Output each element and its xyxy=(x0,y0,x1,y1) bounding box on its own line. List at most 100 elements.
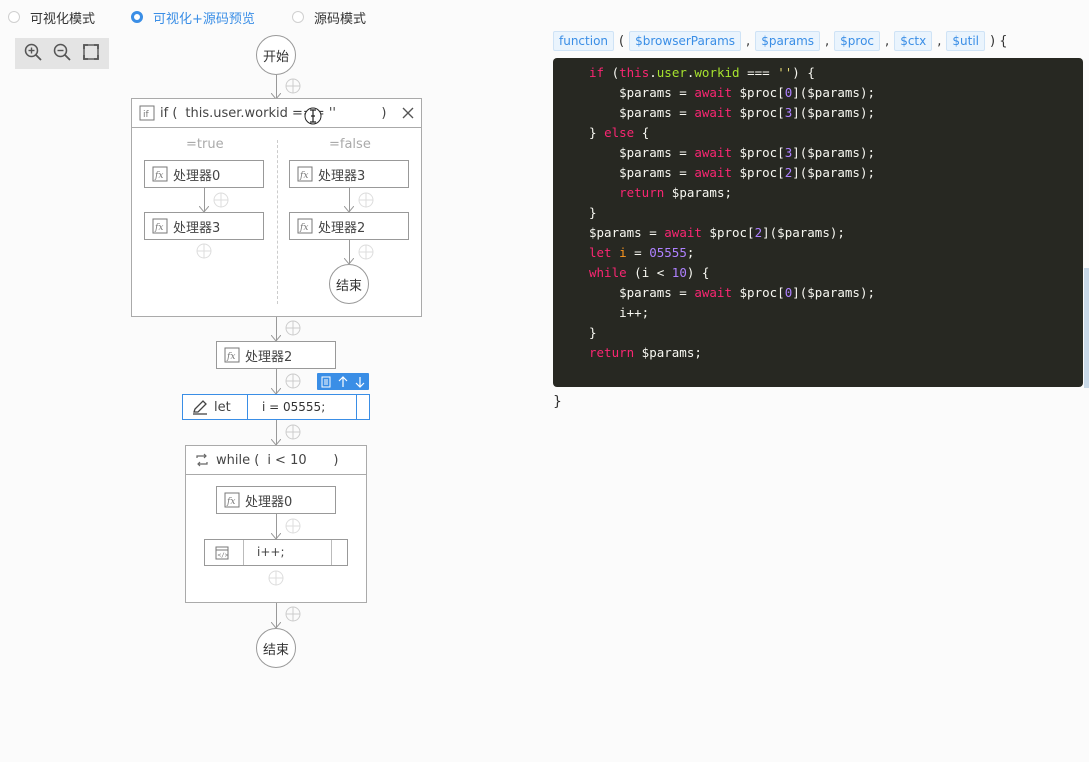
while-condition[interactable]: i < 10 xyxy=(267,453,333,468)
code-line: $params = await $proc[0]($params); xyxy=(589,85,876,100)
code-editor[interactable]: if (this.user.workid === '') { $params =… xyxy=(553,58,1083,387)
mode-source-label: 源码模式 xyxy=(314,11,367,27)
param-tag: $proc xyxy=(834,31,881,51)
param-tag: $ctx xyxy=(894,31,933,51)
while-statement-node[interactable]: </> i++; xyxy=(204,539,348,566)
code-line: } xyxy=(589,325,597,340)
move-up-icon[interactable] xyxy=(337,375,349,388)
if-icon: if xyxy=(139,105,155,121)
close-icon[interactable] xyxy=(402,107,414,119)
function-icon: fx xyxy=(297,166,313,182)
processor-label: 处理器3 xyxy=(318,168,366,184)
add-step-icon[interactable] xyxy=(358,244,374,260)
param-separator: , xyxy=(937,33,942,49)
add-step-icon[interactable] xyxy=(196,243,212,259)
code-line: $params = await $proc[3]($params); xyxy=(589,105,876,120)
while-close-paren: ) xyxy=(333,452,339,468)
code-line: while (i < 10) { xyxy=(589,265,710,280)
start-node[interactable]: 开始 xyxy=(256,35,296,75)
code-line: let i = 05555; xyxy=(589,245,695,260)
add-step-icon[interactable] xyxy=(358,192,374,208)
text-cursor-icon xyxy=(304,107,322,125)
code-line: return $params; xyxy=(619,185,732,200)
code-icon: </> xyxy=(215,546,229,559)
while-header: while ( i < 10 ) xyxy=(186,446,366,475)
add-step-icon[interactable] xyxy=(285,606,301,622)
svg-text:</>: </> xyxy=(218,552,229,559)
code-line: return $params; xyxy=(589,345,702,360)
param-separator: , xyxy=(746,33,751,49)
edit-icon xyxy=(193,400,207,415)
zoom-in-icon[interactable] xyxy=(23,42,43,66)
radio-dot xyxy=(8,11,20,23)
add-step-icon[interactable] xyxy=(285,424,301,440)
add-step-icon[interactable] xyxy=(285,518,301,534)
mode-source-radio[interactable]: 源码模式 xyxy=(292,8,367,27)
processor-label: 处理器0 xyxy=(245,494,293,510)
function-icon: fx xyxy=(297,218,313,234)
add-step-icon[interactable] xyxy=(213,192,229,208)
if-header: if if ( this.user.workid === '' ) xyxy=(132,99,421,128)
code-line: } xyxy=(589,205,597,220)
param-separator: , xyxy=(825,33,830,49)
while-processor-0[interactable]: fx 处理器0 xyxy=(216,486,336,514)
false-processor-3[interactable]: fx 处理器3 xyxy=(289,160,409,188)
true-processor-3[interactable]: fx 处理器3 xyxy=(144,212,264,240)
zoom-toolbar xyxy=(15,38,109,69)
add-step-icon[interactable] xyxy=(268,570,284,586)
svg-text:fx: fx xyxy=(226,497,235,507)
add-step-icon[interactable] xyxy=(285,320,301,336)
function-signature: function ( $browserParams , $params , $p… xyxy=(553,31,1012,51)
branch-divider xyxy=(277,140,278,304)
fit-screen-icon[interactable] xyxy=(81,42,101,66)
function-icon: fx xyxy=(224,347,240,363)
processor-label: 处理器0 xyxy=(173,168,221,184)
svg-text:fx: fx xyxy=(299,171,308,181)
processor-label: 处理器3 xyxy=(173,220,221,236)
let-node[interactable]: let i = 05555; xyxy=(182,394,370,420)
statement-value[interactable]: i++; xyxy=(243,540,332,565)
param-tag: $browserParams xyxy=(629,31,742,51)
let-value[interactable]: i = 05555; xyxy=(247,395,357,419)
if-close-paren: ) xyxy=(381,105,387,121)
function-icon: fx xyxy=(152,166,168,182)
let-keyword: let xyxy=(214,399,231,415)
processor-label: 处理器2 xyxy=(318,220,366,236)
true-processor-0[interactable]: fx 处理器0 xyxy=(144,160,264,188)
zoom-out-icon[interactable] xyxy=(52,42,72,66)
copy-icon[interactable] xyxy=(320,376,332,388)
node-actions-bar xyxy=(317,373,369,390)
end-node[interactable]: 结束 xyxy=(256,628,296,668)
processor-label: 处理器2 xyxy=(245,349,293,365)
code-line: $params = await $proc[2]($params); xyxy=(589,165,876,180)
svg-text:fx: fx xyxy=(154,171,163,181)
signature-open-brace: ) { xyxy=(990,33,1008,49)
mode-visual-radio[interactable]: 可视化模式 xyxy=(8,8,96,27)
code-line: if (this.user.workid === '') { xyxy=(589,65,815,80)
mode-visual-source-radio[interactable]: 可视化+源码预览 xyxy=(131,8,255,27)
function-icon: fx xyxy=(224,492,240,508)
add-step-icon[interactable] xyxy=(285,373,301,389)
false-end-node[interactable]: 结束 xyxy=(329,264,369,304)
radio-dot xyxy=(292,11,304,23)
processor-2-node[interactable]: fx 处理器2 xyxy=(216,341,336,369)
if-condition[interactable]: this.user.workid === '' xyxy=(185,106,351,121)
svg-text:if: if xyxy=(143,110,150,120)
code-line: i++; xyxy=(589,305,650,320)
code-line: $params = await $proc[2]($params); xyxy=(589,225,845,240)
param-tag: $params xyxy=(755,31,821,51)
move-down-icon[interactable] xyxy=(354,376,366,388)
function-icon: fx xyxy=(152,218,168,234)
function-keyword-tag: function xyxy=(553,31,615,51)
false-processor-2[interactable]: fx 处理器2 xyxy=(289,212,409,240)
panel-resize-handle[interactable] xyxy=(1084,268,1089,388)
code-line: } else { xyxy=(589,125,650,140)
signature-open-paren: ( xyxy=(619,33,625,49)
mode-visual-label: 可视化模式 xyxy=(30,11,96,27)
function-close-brace: } xyxy=(553,394,562,410)
code-line: $params = await $proc[0]($params); xyxy=(589,285,876,300)
param-separator: , xyxy=(885,33,890,49)
add-step-icon[interactable] xyxy=(285,78,301,94)
svg-text:fx: fx xyxy=(154,223,163,233)
param-tag: $util xyxy=(946,31,985,51)
